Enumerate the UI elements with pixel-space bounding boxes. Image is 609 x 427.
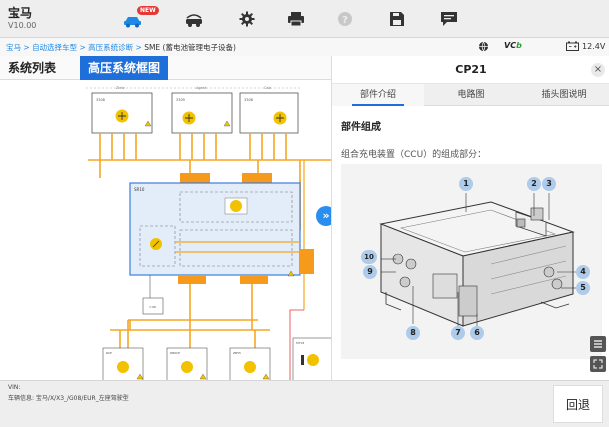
panel-title: CP21 [455,63,487,76]
bottom-bar: VIN: 车辆信息: 宝马/X/X3_/G08/EUR_左座驾驶型 回退 [0,380,609,427]
tab-hv-diagram[interactable]: 高压系统框图 [80,56,169,80]
bottom-component-2[interactable]: RB6CE [166,347,208,380]
bottom-component-4[interactable]: MT18 [292,337,331,380]
component-id: 3309 [176,98,185,102]
callout-4[interactable]: 4 [576,265,590,279]
globe-icon [478,41,489,52]
component-label: ZB55 [233,351,241,355]
group-label: Agent [196,86,207,90]
settings-button[interactable] [235,8,259,30]
breadcrumb-separator: > [133,43,145,52]
voltage-value: 12.4V [582,41,606,51]
callout-6[interactable]: 6 [470,326,484,340]
left-tabs: 系统列表 高压系统框图 [0,56,331,80]
vehicle-info: 车辆信息: 宝马/X/X3_/G08/EUR_左座驾驶型 [8,395,129,402]
top-component-1[interactable]: 3308 [91,92,153,134]
component-id: 3308 [244,98,253,102]
panel-tabs: 部件介绍 电路图 插头图说明 [332,84,609,106]
battery-icon [566,41,579,51]
callout-8[interactable]: 8 [406,326,420,340]
breadcrumb-separator: > [21,43,33,52]
section-description: 组合充电装置（CCU）的组成部分： [341,150,487,160]
component-label: RCE [106,351,112,355]
help-button[interactable]: ? [333,8,357,30]
bottom-component-3[interactable]: ZB55 [229,347,271,380]
breadcrumb: 宝马 > 自动选择车型 > 高压系统诊断 > SME (蓄电池管理电子设备) [6,42,236,53]
fuse-label: 7-98 [149,305,156,309]
diagram-canvas: 3308 3309 3308 Ziele Agent Cab SR10 7-98… [86,86,331,380]
component-label: RB6CE [170,351,180,355]
help-icon: ? [338,12,352,26]
callout-9[interactable]: 9 [363,265,377,279]
sme-main-box[interactable]: SR10 [129,182,301,276]
component-label: MT18 [296,341,304,345]
battery-voltage: 12.4V [566,41,605,51]
fuse-component[interactable]: 7-98 [142,275,164,315]
tab-connector-info[interactable]: 插头图说明 [518,84,609,106]
right-pane: CP21 × 部件介绍 电路图 插头图说明 部件组成 组合充电装置（CCU）的组… [331,56,609,380]
component-id: 3308 [96,98,105,102]
save-icon [390,12,404,26]
breadcrumb-bar: 宝马 > 自动选择车型 > 高压系统诊断 > SME (蓄电池管理电子设备) V… [0,38,609,56]
callout-10[interactable]: 10 [361,250,377,264]
tab-circuit-diagram[interactable]: 电路图 [425,84,517,106]
breadcrumb-current: SME (蓄电池管理电子设备) [144,43,236,52]
connectors-bottom [178,275,268,284]
fullscreen-button[interactable] [590,356,606,372]
print-button[interactable] [284,8,308,30]
vin-label: VIN: [8,384,21,391]
hv-wiring-bottom [110,284,270,348]
bottom-component-1[interactable]: RCE [102,347,144,380]
tab-component-intro[interactable]: 部件介绍 [332,84,424,106]
home-car-button[interactable]: NEW [122,6,159,30]
left-pane: 系统列表 高压系统框图 3308 3309 3308 Ziele Agent C… [0,56,331,380]
print-icon [288,12,304,27]
save-button[interactable] [385,8,409,30]
callout-7[interactable]: 7 [451,326,465,340]
new-badge: NEW [137,6,159,15]
back-button[interactable]: 回退 [553,385,603,423]
top-component-3[interactable]: 3308 [239,92,299,134]
car-service-button[interactable] [182,8,206,30]
vci-link-icon: b [516,41,522,50]
fullscreen-icon [593,359,603,369]
close-button[interactable]: × [591,63,605,77]
callout-2[interactable]: 2 [527,177,541,191]
main-box-label: SR10 [134,187,145,192]
callout-1[interactable]: 1 [459,177,473,191]
list-icon [594,340,602,348]
message-icon [441,12,457,26]
component-figure: 1 2 3 4 5 6 7 8 9 10 [341,164,602,359]
car-service-icon [186,14,202,27]
breadcrumb-item-brand[interactable]: 宝马 [6,43,21,52]
callout-5[interactable]: 5 [576,281,590,295]
app-title: 宝马 [8,6,33,20]
top-component-2[interactable]: 3309 [171,92,233,134]
section-title: 部件组成 [341,122,381,133]
vci-prefix: VC [504,41,517,50]
top-bar: 宝马 V10.00 NEW ? [0,0,609,38]
panel-header: CP21 × [332,56,609,84]
tab-system-list[interactable]: 系统列表 [0,56,64,80]
status-connection [478,41,489,52]
hv-system-diagram[interactable]: 3308 3309 3308 Ziele Agent Cab SR10 7-98… [0,80,331,380]
breadcrumb-item-auto-select[interactable]: 自动选择车型 [32,43,77,52]
callout-3[interactable]: 3 [542,177,556,191]
list-button[interactable] [590,336,606,352]
message-button[interactable] [437,8,461,30]
connectors-top [180,173,272,183]
app-version: V10.00 [8,21,37,30]
breadcrumb-item-hv-diag[interactable]: 高压系统诊断 [88,43,133,52]
svg-text:?: ? [342,15,348,26]
settings-gear-icon [239,11,255,27]
breadcrumb-separator: > [77,43,89,52]
vci-status: VCb [504,41,522,50]
side-connector [300,249,314,274]
vci-label: VCb [504,41,522,50]
